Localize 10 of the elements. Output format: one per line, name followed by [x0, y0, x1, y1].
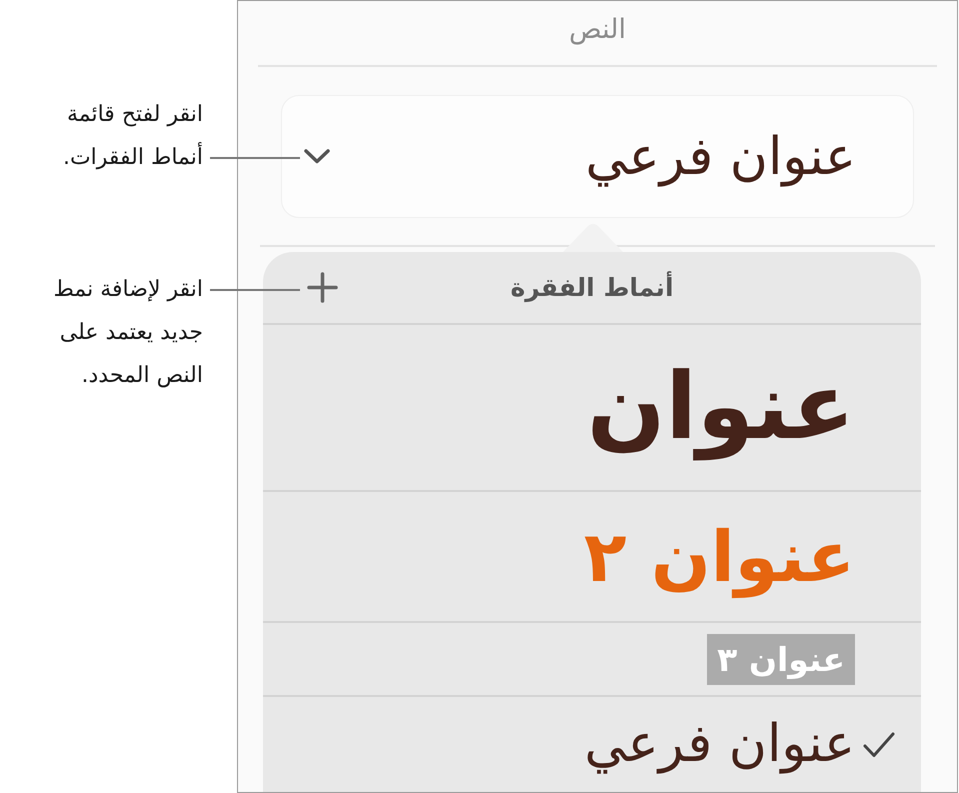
callout-text: انقر لإضافة نمط جديد يعتمد على النص المحدد.: [52, 276, 203, 390]
paragraph-style-button[interactable]: عنوان فرعي: [281, 95, 914, 218]
chevron-down-icon: [304, 149, 330, 164]
callout-text: انقر لفتح قائمة أنماط الفقرات.: [62, 101, 203, 172]
paragraph-style-option[interactable]: عنوان: [263, 325, 921, 492]
add-style-button[interactable]: [305, 270, 340, 305]
plus-icon: [307, 272, 338, 303]
paragraph-style-option[interactable]: عنوان فرعي: [263, 697, 921, 792]
popover-title: أنماط الفقرة: [510, 273, 674, 302]
panel-title: النص: [569, 13, 626, 47]
